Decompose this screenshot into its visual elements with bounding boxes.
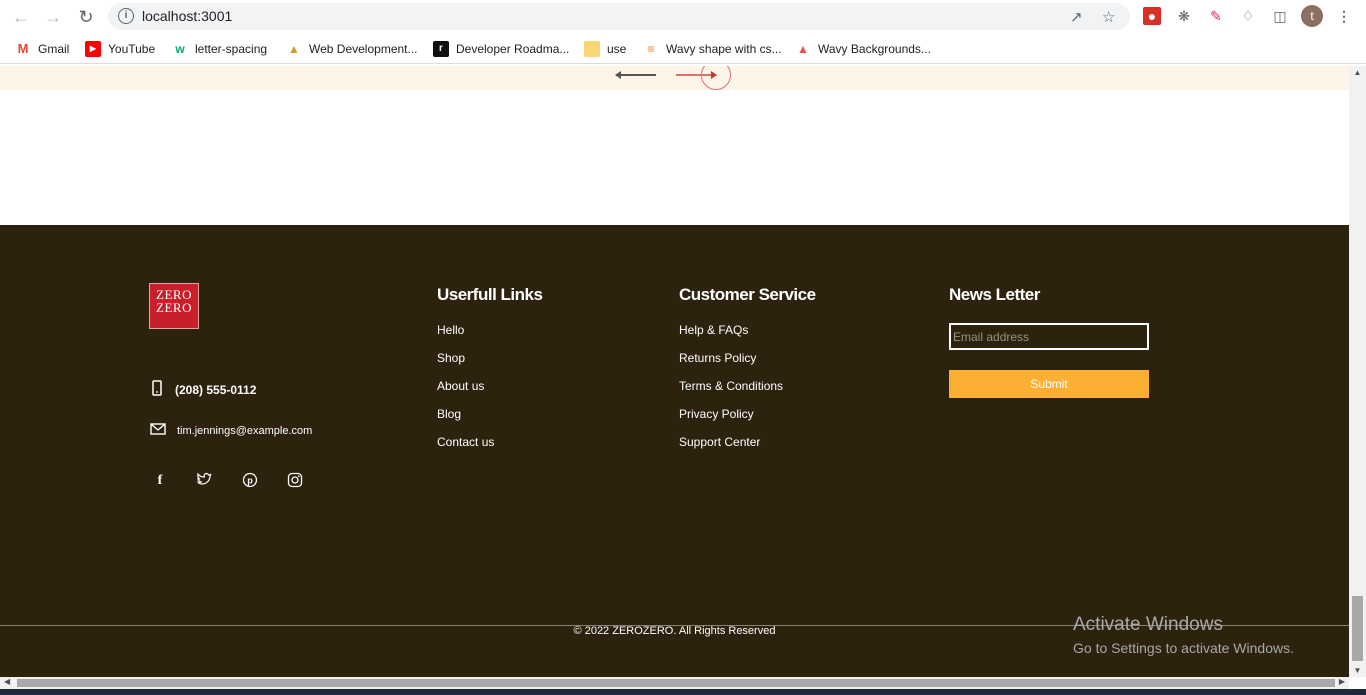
logo-text-line2: ZERO — [156, 300, 192, 315]
pinterest-icon[interactable]: p — [241, 472, 259, 490]
youtube-icon: ▶ — [85, 41, 101, 57]
phone-icon — [150, 380, 164, 399]
bookmark-icon: ▲ — [288, 42, 300, 56]
site-footer: ZERO ZERO (208) 555-0112 tim.jennings@ex… — [0, 225, 1349, 677]
zerozero-logo[interactable]: ZERO ZERO — [149, 283, 199, 329]
bookmark-web-development[interactable]: ▲ Web Development... — [286, 41, 418, 57]
taskbar-edge — [0, 689, 1366, 695]
slider-controls — [0, 66, 1349, 90]
email-address[interactable]: tim.jennings@example.com — [177, 425, 312, 437]
slider-prev-arrow-icon[interactable] — [615, 71, 656, 79]
footer-link-terms[interactable]: Terms & Conditions — [679, 379, 783, 393]
vertical-scrollbar[interactable]: ▲ ▼ — [1349, 66, 1366, 677]
flame-icon: ▲ — [797, 42, 809, 56]
vertical-scroll-thumb[interactable] — [1352, 596, 1363, 661]
activate-windows-subtitle: Go to Settings to activate Windows. — [1073, 640, 1294, 656]
footer-link-privacy[interactable]: Privacy Policy — [679, 407, 754, 421]
bookmark-use[interactable]: use — [584, 41, 626, 57]
facebook-icon[interactable]: f — [151, 472, 169, 490]
activate-windows-title: Activate Windows — [1073, 614, 1223, 635]
bookmark-gmail[interactable]: M Gmail — [15, 41, 70, 57]
extension-picker-icon[interactable]: ✎ — [1207, 7, 1225, 25]
info-icon[interactable]: i — [118, 8, 134, 24]
footer-link-hello[interactable]: Hello — [437, 323, 464, 337]
activate-windows-watermark: Activate Windows Go to Settings to activ… — [1073, 614, 1294, 656]
reload-icon[interactable]: ↻ — [75, 6, 97, 28]
newsletter-submit-button[interactable]: Submit — [949, 370, 1149, 398]
bookmark-youtube[interactable]: ▶ YouTube — [85, 41, 155, 57]
footer-link-about[interactable]: About us — [437, 379, 484, 393]
side-panel-icon[interactable]: ◫ — [1271, 7, 1289, 25]
contact-phone: (208) 555-0112 — [150, 380, 256, 399]
bookmark-label: Gmail — [38, 42, 70, 56]
bookmark-label: Web Development... — [309, 42, 418, 56]
back-icon[interactable]: ← — [10, 6, 32, 28]
menu-icon[interactable]: ⋮ — [1335, 7, 1353, 25]
stackoverflow-icon: ≡ — [647, 42, 655, 56]
extensions-icon[interactable]: ♢ — [1239, 7, 1257, 25]
bookmark-wavy-shape[interactable]: ≡ Wavy shape with cs... — [643, 41, 782, 57]
bookmark-label: letter-spacing — [195, 42, 268, 56]
bookmark-label: Wavy Backgrounds... — [818, 42, 931, 56]
roadmap-icon: r — [433, 41, 449, 57]
bookmark-wavy-backgrounds[interactable]: ▲ Wavy Backgrounds... — [795, 41, 931, 57]
twitter-icon[interactable] — [195, 472, 213, 490]
star-icon[interactable]: ☆ — [1102, 8, 1115, 26]
scroll-left-icon[interactable]: ◀ — [4, 677, 10, 686]
bookmark-developer-roadmap[interactable]: r Developer Roadma... — [433, 41, 569, 57]
scroll-right-icon[interactable]: ▶ — [1339, 677, 1345, 686]
contact-email: tim.jennings@example.com — [150, 422, 312, 439]
svg-text:p: p — [247, 476, 253, 486]
bookmark-label: Developer Roadma... — [456, 42, 570, 56]
scroll-down-icon[interactable]: ▼ — [1349, 666, 1366, 675]
scroll-up-icon[interactable]: ▲ — [1349, 68, 1366, 77]
footer-link-support[interactable]: Support Center — [679, 435, 760, 449]
share-icon[interactable]: ↗ — [1070, 8, 1083, 26]
url-text[interactable]: localhost:3001 — [142, 8, 232, 24]
extension-bug-icon[interactable]: ❋ — [1175, 7, 1193, 25]
bookmarks-bar: M Gmail ▶ YouTube w letter-spacing ▲ Web… — [0, 34, 1366, 64]
newsletter-title: News Letter — [949, 285, 1040, 304]
newsletter-email-input[interactable] — [949, 323, 1149, 350]
address-bar[interactable]: i localhost:3001 ↗ ☆ — [108, 3, 1130, 30]
phone-number[interactable]: (208) 555-0112 — [175, 383, 256, 397]
browser-toolbar: ← → ↻ i localhost:3001 ↗ ☆ ● ❋ ✎ ♢ ◫ t ⋮ — [0, 0, 1366, 33]
footer-link-shop[interactable]: Shop — [437, 351, 465, 365]
footer-link-help-faqs[interactable]: Help & FAQs — [679, 323, 748, 337]
folder-icon — [584, 41, 600, 57]
horizontal-scroll-thumb[interactable] — [17, 679, 1335, 687]
gmail-icon: M — [17, 41, 29, 56]
footer-link-blog[interactable]: Blog — [437, 407, 461, 421]
extension-red-icon[interactable]: ● — [1143, 7, 1161, 25]
footer-link-returns-policy[interactable]: Returns Policy — [679, 351, 756, 365]
bookmark-label: YouTube — [108, 42, 156, 56]
mail-icon — [150, 422, 166, 439]
slider-next-circle[interactable] — [701, 66, 731, 90]
page-viewport: ZERO ZERO (208) 555-0112 tim.jennings@ex… — [0, 66, 1349, 677]
bookmark-label: Wavy shape with cs... — [666, 42, 782, 56]
footer-link-contact[interactable]: Contact us — [437, 435, 494, 449]
avatar[interactable]: t — [1301, 5, 1323, 27]
instagram-icon[interactable] — [286, 472, 304, 490]
w3schools-icon: w — [175, 42, 185, 56]
bookmark-letter-spacing[interactable]: w letter-spacing — [172, 41, 267, 57]
horizontal-scrollbar[interactable]: ◀ ▶ — [0, 677, 1349, 689]
bookmark-label: use — [607, 42, 627, 56]
forward-icon[interactable]: → — [42, 6, 64, 28]
customer-service-title: Customer Service — [679, 285, 816, 304]
useful-links-title: Userfull Links — [437, 285, 543, 304]
